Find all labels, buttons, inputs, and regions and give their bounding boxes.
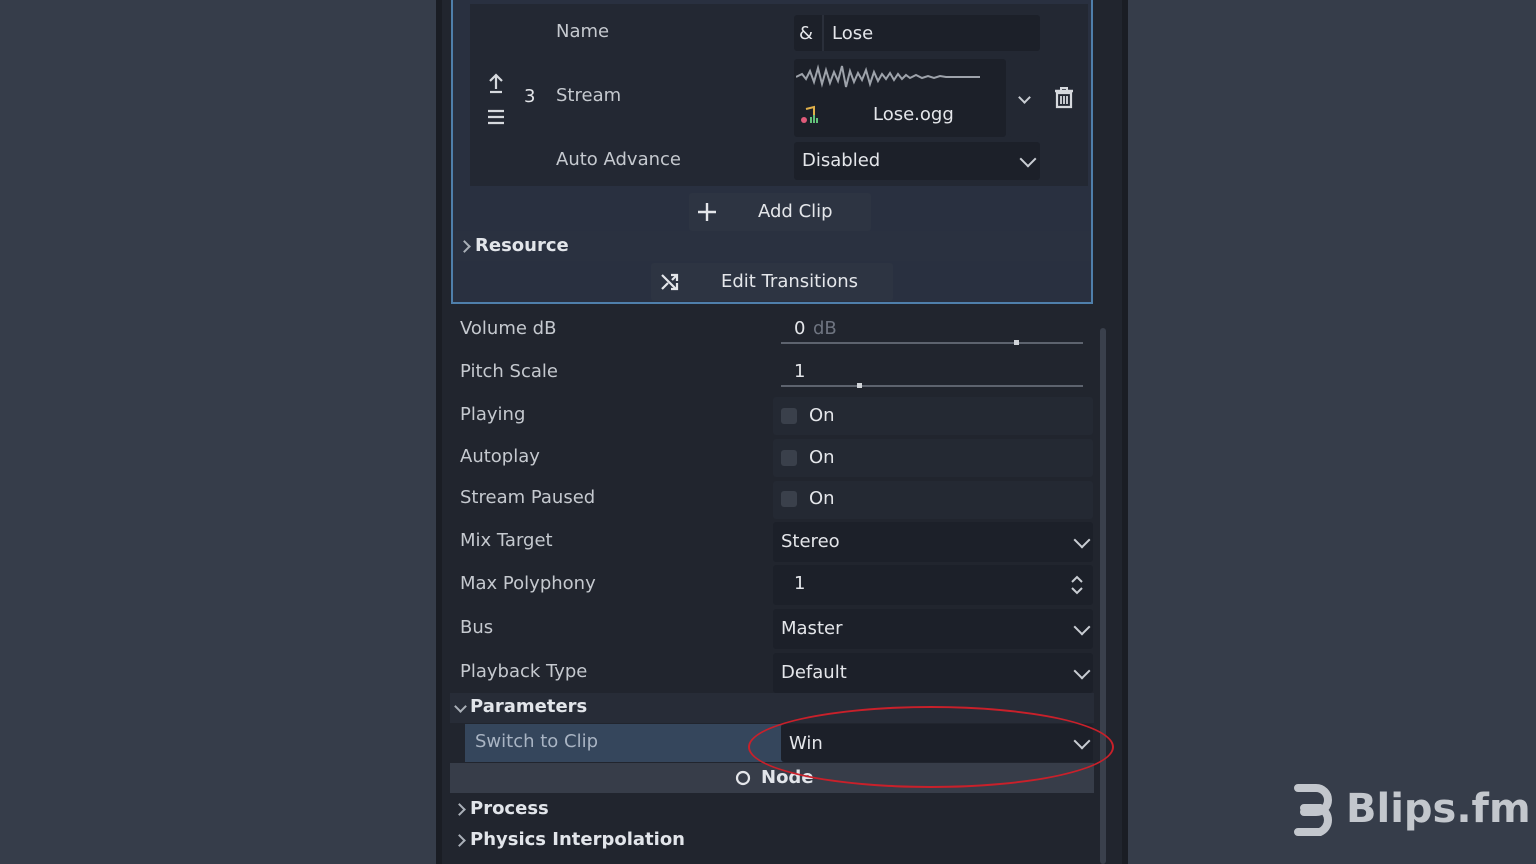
playing-label: Playing [460, 404, 526, 425]
mix-target-label: Mix Target [460, 530, 553, 551]
bus-label: Bus [460, 617, 494, 638]
pitch-scale-slider-knob[interactable] [856, 383, 862, 388]
volume-db-slider[interactable] [781, 342, 1083, 344]
shuffle-icon [660, 272, 680, 292]
move-up-icon[interactable] [486, 72, 506, 94]
stream-dropdown-button[interactable] [1008, 59, 1040, 137]
playback-type-label: Playback Type [460, 661, 588, 682]
audio-file-icon [799, 105, 819, 125]
name-field[interactable] [794, 15, 1040, 51]
volume-db-value[interactable]: 0 [794, 318, 805, 339]
stream-file-name: Lose.ogg [873, 104, 954, 125]
mix-target-value: Stereo [781, 531, 840, 552]
spin-arrows-icon[interactable] [1069, 574, 1085, 596]
switch-to-clip-label: Switch to Clip [475, 731, 599, 752]
name-prefix: & [799, 23, 814, 44]
add-clip-label: Add Clip [758, 201, 833, 222]
pitch-scale-slider[interactable] [781, 385, 1083, 387]
name-value[interactable]: Lose [832, 23, 873, 44]
node-circle-icon [735, 770, 751, 786]
auto-advance-label: Auto Advance [556, 149, 681, 170]
max-polyphony-label: Max Polyphony [460, 573, 596, 594]
stream-paused-label: Stream Paused [460, 487, 596, 508]
highlight-ellipse [748, 706, 1114, 788]
vertical-scrollbar[interactable] [1100, 328, 1106, 864]
clip-index: 3 [524, 86, 536, 107]
process-section-title[interactable]: Process [470, 798, 549, 819]
drag-handle-icon[interactable] [487, 109, 505, 125]
volume-db-label: Volume dB [460, 318, 557, 339]
edit-transitions-label: Edit Transitions [721, 271, 859, 292]
name-label: Name [556, 21, 610, 42]
volume-db-slider-knob[interactable] [1013, 340, 1019, 345]
pitch-scale-label: Pitch Scale [460, 361, 558, 382]
stream-paused-checkbox-label: On [809, 488, 835, 509]
pitch-scale-value[interactable]: 1 [794, 361, 805, 382]
playing-checkbox-label: On [809, 405, 835, 426]
auto-advance-value: Disabled [802, 150, 881, 171]
autoplay-label: Autoplay [460, 446, 540, 467]
panel-border-left [436, 0, 442, 864]
stream-paused-checkbox[interactable] [781, 491, 797, 507]
resource-section-title: Resource [475, 235, 569, 256]
autoplay-checkbox-label: On [809, 447, 835, 468]
blips-logo-icon [1290, 784, 1334, 836]
bus-value: Master [781, 618, 843, 639]
plus-icon [697, 202, 717, 222]
autoplay-checkbox[interactable] [781, 450, 797, 466]
playback-type-value: Default [781, 662, 847, 683]
waveform-icon [795, 62, 980, 92]
max-polyphony-spinbox[interactable] [773, 565, 1093, 605]
max-polyphony-value: 1 [794, 573, 806, 594]
parameters-section-title: Parameters [470, 696, 588, 717]
watermark-brand: Blips.fm [1346, 786, 1531, 832]
physics-interpolation-section-title[interactable]: Physics Interpolation [470, 829, 685, 850]
volume-db-unit: dB [813, 318, 837, 339]
trash-icon[interactable] [1054, 87, 1074, 109]
playing-checkbox[interactable] [781, 408, 797, 424]
stream-label: Stream [556, 85, 622, 106]
panel-border-right [1122, 0, 1128, 864]
name-prefix-divider [822, 15, 824, 51]
